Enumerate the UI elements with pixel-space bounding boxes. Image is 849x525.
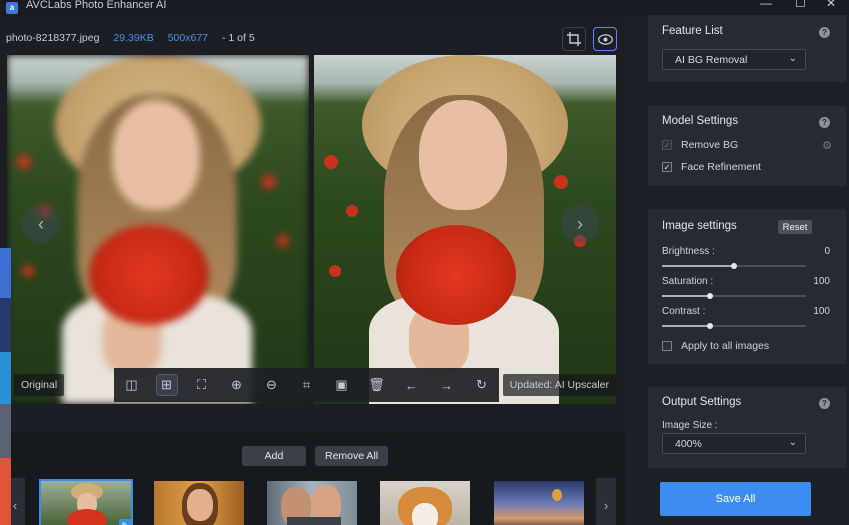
brightness-slider[interactable] <box>662 263 806 269</box>
remove-bg-label: Remove BG <box>681 139 739 151</box>
page-counter: - 1 of 5 <box>222 32 255 44</box>
contrast-label: Contrast : <box>662 306 706 317</box>
slider-knob[interactable] <box>731 263 737 269</box>
side-tab[interactable] <box>0 248 11 298</box>
apply-all-row[interactable]: Apply to all images <box>662 340 769 352</box>
apply-all-checkbox[interactable] <box>662 341 672 351</box>
file-size: 29.39KB <box>113 32 154 44</box>
edit-badge-icon: ✎ <box>119 519 131 525</box>
compare-view-icon[interactable]: ⊞ <box>155 374 178 396</box>
chevron-down-icon: ⌄ <box>788 437 797 448</box>
image-settings-title: Image settings <box>662 220 737 232</box>
arrow-left-icon[interactable]: ← <box>402 375 422 395</box>
saturation-label: Saturation : <box>662 276 714 287</box>
image-viewer[interactable]: ‹ › Original Updated: AI Upscaler <box>7 55 616 404</box>
image-dimensions: 500x677 <box>167 32 209 44</box>
title-bar: a AVCLabs Photo Enhancer AI — ☐ ✕ <box>0 0 849 15</box>
close-icon[interactable]: ✕ <box>826 0 836 10</box>
eye-icon <box>597 33 613 45</box>
minimize-icon[interactable]: — <box>760 0 772 10</box>
thumbs-next-arrow[interactable]: › <box>596 478 616 525</box>
zoom-out-icon[interactable]: ⊖ <box>262 375 282 395</box>
file-name: photo-8218377.jpeg <box>6 32 100 44</box>
contrast-slider[interactable] <box>662 323 806 329</box>
crop-button[interactable] <box>562 27 586 51</box>
slider-knob[interactable] <box>706 323 713 329</box>
bottom-bar: Add Remove All ‹ ✎ › <box>0 432 625 525</box>
thumbnail-item[interactable] <box>380 481 470 525</box>
crop-icon <box>567 32 581 46</box>
save-icon[interactable]: ▣ <box>332 375 352 395</box>
face-refinement-row[interactable]: ✓ Face Refinement <box>662 161 761 173</box>
apply-all-label: Apply to all images <box>681 340 770 352</box>
delete-icon[interactable]: 🗑 <box>367 375 387 395</box>
output-settings-card: Output Settings ? Image Size : 400% ⌄ <box>648 387 846 468</box>
side-tab[interactable] <box>0 352 11 404</box>
chevron-down-icon: ⌄ <box>788 53 797 64</box>
model-settings-card: Model Settings ? ✓ Remove BG ⚙ ✓ Face Re… <box>648 106 846 186</box>
image-toolbar: ◫ ⊞ ⛶ ⊕ ⊖ ⌗ ▣ 🗑 ← → ↻ <box>114 368 499 402</box>
main-area: photo-8218377.jpeg 29.39KB 500x677 - 1 o… <box>0 15 625 525</box>
feature-list-title: Feature List <box>662 25 723 37</box>
help-icon[interactable]: ? <box>819 398 830 409</box>
thumbnail-item[interactable] <box>154 481 244 525</box>
split-view-icon[interactable]: ◫ <box>122 375 142 395</box>
reset-button[interactable]: Reset <box>778 220 812 234</box>
model-settings-title: Model Settings <box>662 115 739 127</box>
zoom-in-icon[interactable]: ⊕ <box>227 375 247 395</box>
crop-icon[interactable]: ⌗ <box>297 375 317 395</box>
feature-list-card: Feature List ? AI BG Removal ⌄ <box>648 15 846 82</box>
app-title: AVCLabs Photo Enhancer AI <box>26 0 167 11</box>
image-size-label: Image Size : <box>662 420 718 431</box>
next-image-arrow[interactable]: › <box>561 205 599 243</box>
gear-icon[interactable]: ⚙ <box>822 139 832 152</box>
thumbnail-item[interactable] <box>267 481 357 525</box>
help-icon[interactable]: ? <box>819 27 830 38</box>
app-logo: a <box>6 1 18 14</box>
settings-panel: Feature List ? AI BG Removal ⌄ Model Set… <box>625 15 849 525</box>
output-settings-title: Output Settings <box>662 396 742 408</box>
original-label: Original <box>14 374 65 396</box>
image-size-value: 400% <box>675 437 702 450</box>
remove-bg-checkbox[interactable]: ✓ <box>662 140 672 150</box>
side-tab[interactable] <box>0 404 11 458</box>
app-window: a AVCLabs Photo Enhancer AI — ☐ ✕ photo-… <box>0 0 849 525</box>
maximize-icon[interactable]: ☐ <box>795 0 806 10</box>
contrast-value: 100 <box>813 306 830 317</box>
brightness-label: Brightness : <box>662 246 715 257</box>
remove-all-button[interactable]: Remove All <box>315 446 389 466</box>
brightness-value: 0 <box>824 246 830 257</box>
face-refinement-checkbox[interactable]: ✓ <box>662 162 672 172</box>
fit-screen-icon[interactable]: ⛶ <box>192 375 212 395</box>
side-tab[interactable] <box>0 298 11 352</box>
feature-select[interactable]: AI BG Removal ⌄ <box>662 49 806 70</box>
preview-button[interactable] <box>593 27 617 51</box>
thumbnail-strip: ‹ ✎ › <box>0 476 625 525</box>
save-all-button[interactable]: Save All <box>660 482 811 516</box>
remove-bg-row[interactable]: ✓ Remove BG <box>662 139 738 151</box>
help-icon[interactable]: ? <box>819 117 830 128</box>
file-info-bar: photo-8218377.jpeg 29.39KB 500x677 - 1 o… <box>6 32 255 44</box>
rotate-icon[interactable]: ↻ <box>472 375 492 395</box>
saturation-value: 100 <box>813 276 830 287</box>
image-settings-card: Image settings Reset Brightness : 0 Satu… <box>648 209 846 364</box>
saturation-slider[interactable] <box>662 293 806 299</box>
thumbnail-item[interactable] <box>494 481 584 525</box>
thumbnail-item[interactable]: ✎ <box>39 479 133 525</box>
add-button[interactable]: Add <box>242 446 306 466</box>
prev-image-arrow[interactable]: ‹ <box>22 205 60 243</box>
updated-label: Updated: AI Upscaler <box>502 374 616 396</box>
side-tab[interactable] <box>0 458 11 525</box>
face-refinement-label: Face Refinement <box>681 161 761 173</box>
arrow-right-icon[interactable]: → <box>437 375 457 395</box>
slider-knob[interactable] <box>706 293 713 299</box>
feature-select-value: AI BG Removal <box>675 53 748 66</box>
image-size-select[interactable]: 400% ⌄ <box>662 433 806 454</box>
